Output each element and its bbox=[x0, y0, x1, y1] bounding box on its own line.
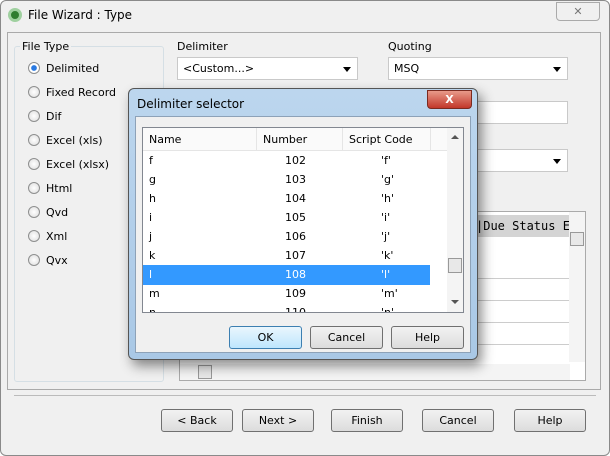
column-name[interactable]: Name bbox=[149, 133, 181, 146]
chevron-down-icon bbox=[553, 159, 561, 164]
help-button[interactable]: Help bbox=[514, 409, 586, 432]
item-script-code: 'i' bbox=[381, 211, 391, 224]
radio-file-type[interactable]: Excel (xlsx) bbox=[28, 156, 109, 172]
item-number: 105 bbox=[285, 211, 306, 224]
quoting-label: Quoting bbox=[388, 40, 432, 53]
chevron-down-icon bbox=[553, 67, 561, 72]
radio-file-type[interactable]: Html bbox=[28, 180, 72, 196]
chevron-down-icon bbox=[343, 67, 351, 72]
back-button[interactable]: < Back bbox=[161, 409, 233, 432]
radio-label: Xml bbox=[46, 229, 68, 243]
list-header: Name Number Script Code bbox=[143, 128, 447, 151]
window-close-button[interactable]: ✕ bbox=[556, 2, 600, 21]
column-script-code[interactable]: Script Code bbox=[342, 128, 413, 151]
dialog-ok-button[interactable]: OK bbox=[229, 326, 302, 349]
next-button[interactable]: Next > bbox=[242, 409, 314, 432]
list-item[interactable]: f 102 'f' bbox=[143, 151, 430, 171]
item-name: f bbox=[149, 154, 153, 167]
radio-button-icon[interactable] bbox=[28, 86, 40, 98]
scroll-up-icon[interactable] bbox=[451, 135, 459, 139]
radio-file-type[interactable]: Qvd bbox=[28, 204, 68, 220]
preview-hscrollbar[interactable] bbox=[180, 364, 570, 380]
list-item[interactable]: g 103 'g' bbox=[143, 170, 430, 190]
delimiter-list[interactable]: Name Number Script Code f 102 'f' g 103 'g' h 1… bbox=[142, 127, 464, 313]
radio-file-type[interactable]: Dif bbox=[28, 108, 61, 124]
radio-button-icon[interactable] bbox=[28, 254, 40, 266]
list-item[interactable]: j 106 'j' bbox=[143, 227, 430, 247]
item-script-code: 'l' bbox=[381, 268, 391, 281]
item-name: i bbox=[149, 211, 153, 224]
item-number: 108 bbox=[285, 268, 306, 281]
radio-label: Qvd bbox=[46, 205, 69, 219]
radio-button-icon[interactable] bbox=[28, 62, 40, 74]
column-number[interactable]: Number bbox=[256, 128, 307, 151]
radio-label: Dif bbox=[46, 109, 62, 123]
dialog-title: Delimiter selector bbox=[137, 97, 245, 111]
finish-button[interactable]: Finish bbox=[331, 409, 403, 432]
app-logo-icon bbox=[8, 8, 22, 22]
radio-file-type[interactable]: Qvx bbox=[28, 252, 68, 268]
dialog-help-button[interactable]: Help bbox=[391, 326, 464, 349]
item-number: 110 bbox=[285, 306, 306, 313]
quoting-select[interactable]: MSQ bbox=[388, 57, 568, 80]
radio-button-icon[interactable] bbox=[28, 134, 40, 146]
radio-button-icon[interactable] bbox=[28, 110, 40, 122]
item-script-code: 'n' bbox=[381, 306, 395, 313]
cancel-button[interactable]: Cancel bbox=[422, 409, 494, 432]
item-number: 109 bbox=[285, 287, 306, 300]
dialog-cancel-button[interactable]: Cancel bbox=[310, 326, 383, 349]
radio-label: Html bbox=[46, 181, 73, 195]
list-item[interactable]: k 107 'k' bbox=[143, 246, 430, 266]
item-script-code: 'h' bbox=[381, 192, 395, 205]
radio-button-icon[interactable] bbox=[28, 206, 40, 218]
item-name: n bbox=[149, 306, 156, 313]
item-number: 107 bbox=[285, 249, 306, 262]
item-name: j bbox=[149, 230, 153, 243]
item-script-code: 'k' bbox=[381, 249, 394, 262]
list-item[interactable]: n 110 'n' bbox=[143, 303, 430, 313]
quoting-value: MSQ bbox=[394, 62, 420, 75]
file-type-legend: File Type bbox=[20, 40, 72, 53]
scroll-thumb[interactable] bbox=[448, 258, 462, 273]
item-number: 102 bbox=[285, 154, 306, 167]
preview-vscrollbar[interactable] bbox=[569, 212, 585, 362]
radio-button-icon[interactable] bbox=[28, 182, 40, 194]
radio-file-type[interactable]: Delimited bbox=[28, 60, 99, 76]
list-item[interactable]: m 109 'm' bbox=[143, 284, 430, 304]
radio-label: Delimited bbox=[46, 61, 100, 75]
list-scrollbar[interactable] bbox=[447, 128, 463, 312]
radio-file-type[interactable]: Excel (xls) bbox=[28, 132, 103, 148]
radio-label: Qvx bbox=[46, 253, 68, 267]
item-name: h bbox=[149, 192, 156, 205]
radio-label: Fixed Record bbox=[46, 85, 117, 99]
scroll-down-icon[interactable] bbox=[451, 300, 459, 304]
list-item[interactable]: i 105 'i' bbox=[143, 208, 430, 228]
radio-file-type[interactable]: Xml bbox=[28, 228, 67, 244]
window-title: File Wizard : Type bbox=[28, 8, 133, 22]
item-script-code: 'g' bbox=[381, 173, 395, 186]
delimiter-value: <Custom...> bbox=[183, 62, 255, 75]
item-number: 104 bbox=[285, 192, 306, 205]
item-script-code: 'm' bbox=[381, 287, 398, 300]
radio-button-icon[interactable] bbox=[28, 158, 40, 170]
item-number: 106 bbox=[285, 230, 306, 243]
delimiter-select[interactable]: <Custom...> bbox=[177, 57, 358, 80]
radio-label: Excel (xlsx) bbox=[46, 157, 110, 171]
radio-file-type[interactable]: Fixed Record bbox=[28, 84, 116, 100]
radio-label: Excel (xls) bbox=[46, 133, 103, 147]
item-name: m bbox=[149, 287, 160, 300]
item-script-code: 'f' bbox=[381, 154, 391, 167]
item-number: 103 bbox=[285, 173, 306, 186]
list-item[interactable]: l 108 'l' bbox=[143, 265, 430, 285]
item-name: g bbox=[149, 173, 156, 186]
radio-button-icon[interactable] bbox=[28, 230, 40, 242]
delimiter-selector-dialog: Delimiter selector X Name Number Script … bbox=[128, 88, 478, 360]
item-name: l bbox=[149, 268, 153, 281]
delimiter-label: Delimiter bbox=[177, 40, 228, 53]
item-name: k bbox=[149, 249, 156, 262]
item-script-code: 'j' bbox=[381, 230, 391, 243]
divider bbox=[14, 395, 596, 396]
list-item[interactable]: h 104 'h' bbox=[143, 189, 430, 209]
dialog-close-button[interactable]: X bbox=[427, 90, 472, 109]
